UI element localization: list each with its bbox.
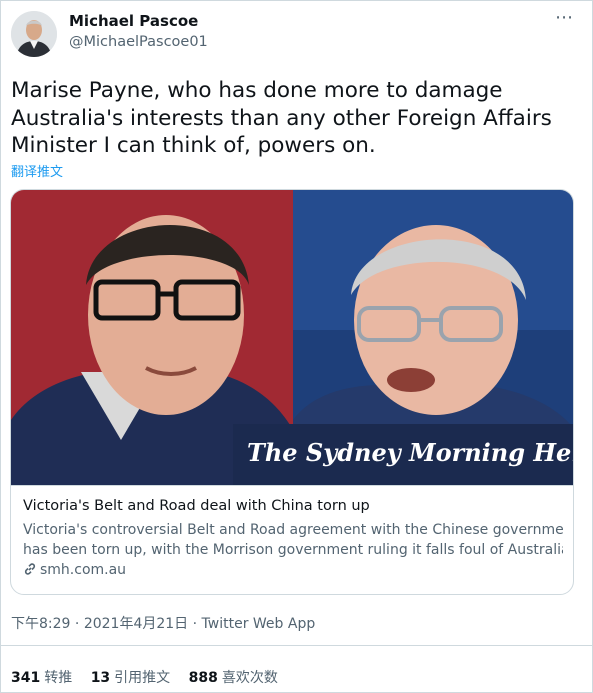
quotes-label: 引用推文 bbox=[114, 670, 171, 686]
card-body: Victoria's Belt and Road deal with China… bbox=[11, 485, 573, 594]
tweet-stats: 341 转推 13 引用推文 888 喜欢次数 bbox=[11, 667, 292, 687]
retweets-count: 341 bbox=[11, 670, 41, 686]
avatar[interactable] bbox=[11, 11, 57, 57]
tweet-timestamp: 下午8:29 · 2021年4月21日 · Twitter Web App bbox=[11, 613, 315, 633]
tweet-text-line: Marise Payne, who has done more to damag… bbox=[11, 78, 503, 103]
avatar-portrait bbox=[11, 11, 57, 57]
translate-tweet-link[interactable]: 翻译推文 bbox=[11, 161, 63, 180]
meta-separator: · bbox=[192, 616, 198, 632]
retweets-stat[interactable]: 341 转推 bbox=[11, 667, 72, 687]
tweet-text-line: Minister I can think of, powers on. bbox=[11, 133, 376, 158]
card-title[interactable]: Victoria's Belt and Road deal with China… bbox=[23, 498, 370, 514]
likes-count: 888 bbox=[188, 670, 218, 686]
quotes-stat[interactable]: 13 引用推文 bbox=[91, 667, 170, 687]
tweet-date[interactable]: 2021年4月21日 bbox=[84, 616, 188, 632]
link-card[interactable]: The Sydney Morning Herald Victoria's Bel… bbox=[10, 189, 574, 595]
card-domain-text: smh.com.au bbox=[40, 562, 127, 578]
author-name[interactable]: Michael Pascoe bbox=[69, 12, 198, 30]
retweets-label: 转推 bbox=[44, 670, 73, 686]
card-description: Victoria's controversial Belt and Road a… bbox=[23, 520, 563, 560]
tweet-container: Michael Pascoe @MichaelPascoe01 ⋯ Marise… bbox=[0, 0, 593, 693]
author-handle[interactable]: @MichaelPascoe01 bbox=[69, 34, 208, 50]
more-dots-icon[interactable]: ⋯ bbox=[555, 7, 574, 28]
quotes-count: 13 bbox=[90, 670, 111, 686]
divider bbox=[1, 645, 593, 646]
card-description-line: has been torn up, with the Morrison gove… bbox=[23, 542, 563, 558]
link-icon bbox=[24, 563, 36, 575]
masthead-logo-text: The Sydney Morning Herald bbox=[247, 438, 573, 467]
tweet-text: Marise Payne, who has done more to damag… bbox=[11, 77, 581, 160]
tweet-time[interactable]: 下午8:29 bbox=[11, 616, 70, 632]
likes-stat[interactable]: 888 喜欢次数 bbox=[189, 667, 278, 687]
card-domain[interactable]: smh.com.au bbox=[23, 562, 126, 578]
meta-separator: · bbox=[74, 616, 80, 632]
tweet-text-line: Australia's interests than any other For… bbox=[11, 105, 552, 131]
likes-label: 喜欢次数 bbox=[221, 670, 278, 686]
tweet-source-app[interactable]: Twitter Web App bbox=[202, 616, 316, 632]
card-description-line: Victoria's controversial Belt and Road a… bbox=[23, 522, 563, 538]
